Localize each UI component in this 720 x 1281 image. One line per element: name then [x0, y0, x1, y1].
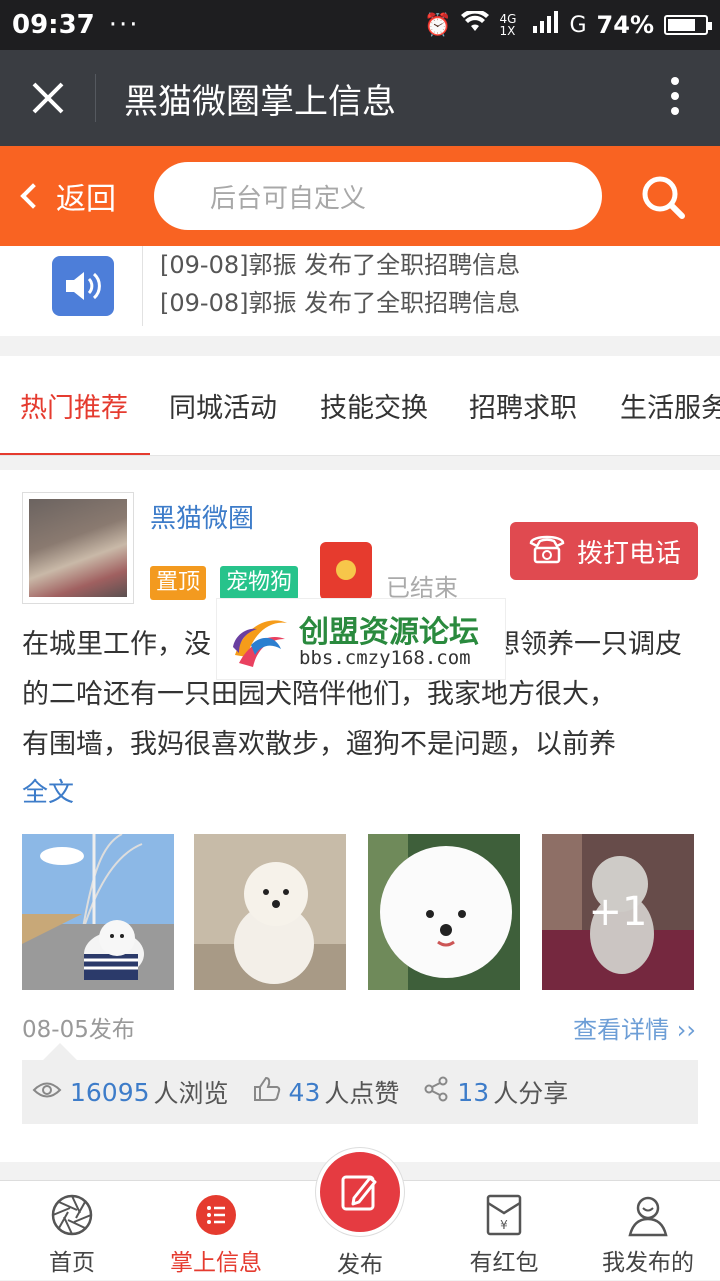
thumbs-up-icon	[253, 1076, 281, 1108]
status-time: 09:37	[12, 10, 95, 40]
call-button[interactable]: 拨打电话	[510, 522, 698, 580]
network-type: 4G 1X	[499, 12, 517, 38]
call-label: 拨打电话	[576, 538, 681, 569]
post-card: 黑猫微圈 置顶 宠物狗 已结束 拨打电话 在城里工作，没 想领养一只调皮 的二哈还…	[0, 470, 720, 1162]
post-stats: 16095 人浏览 43 人点赞 13 人分享	[22, 1060, 698, 1124]
search-icon[interactable]	[640, 174, 686, 220]
back-label: 返回	[56, 182, 116, 217]
coin-icon	[336, 560, 356, 580]
phone-icon	[527, 531, 567, 572]
post-image[interactable]: +1	[542, 834, 694, 990]
battery-percent: 74%	[596, 11, 654, 39]
category-tabs: 热门推荐 同城活动 技能交换 招聘求职 生活服务	[0, 356, 720, 456]
nav-label: 发布	[337, 1252, 383, 1278]
share-icon	[423, 1076, 449, 1108]
close-icon[interactable]	[0, 74, 96, 122]
notification-dots: ···	[108, 10, 140, 40]
likes-label: 人点赞	[324, 1079, 400, 1108]
category-badge: 宠物狗	[220, 566, 299, 600]
notice-item[interactable]: [09-08]郭振 发布了全职招聘信息	[160, 246, 520, 284]
nav-label: 我发布的	[602, 1250, 694, 1276]
list-icon	[194, 1193, 238, 1237]
views-count: 16095	[70, 1077, 150, 1107]
shares-count: 13	[457, 1077, 490, 1107]
likes-count: 43	[288, 1077, 321, 1107]
publish-button[interactable]	[316, 1148, 404, 1236]
chevron-left-icon	[20, 183, 46, 209]
status-right: ⏰ 4G 1X G 74%	[424, 9, 712, 39]
wifi-icon	[461, 9, 490, 39]
likes-stat[interactable]: 43 人点赞	[253, 1074, 400, 1110]
tab-life-services[interactable]: 生活服务	[620, 386, 720, 425]
notice-lines: [09-08]郭振 发布了全职招聘信息 [09-08]郭振 发布了全职招聘信息	[160, 246, 520, 322]
svg-text:¥: ¥	[500, 1218, 508, 1232]
edit-icon	[340, 1172, 380, 1216]
header-bar: 返回 后台可自定义	[0, 146, 720, 246]
nav-label: 首页	[49, 1250, 95, 1276]
post-image[interactable]	[22, 834, 174, 990]
battery-fill	[668, 19, 695, 31]
avatar-image	[29, 499, 127, 597]
signal-icon	[533, 11, 559, 39]
post-date: 08-05发布	[22, 1017, 135, 1043]
more-images-count: +1	[542, 834, 694, 990]
search-placeholder: 后台可自定义	[210, 183, 367, 214]
eye-icon	[32, 1078, 62, 1107]
notice-ticker[interactable]: [09-08]郭振 发布了全职招聘信息 [09-08]郭振 发布了全职招聘信息	[0, 246, 720, 336]
search-input[interactable]: 后台可自定义	[154, 162, 602, 230]
content-line: 在城里工作，没	[22, 629, 211, 660]
user-icon	[626, 1193, 670, 1237]
nav-red-packet[interactable]: ¥ 有红包	[432, 1181, 576, 1281]
watermark: 创盟资源论坛 bbs.cmzy168.com	[216, 598, 506, 680]
nav-label: 有红包	[469, 1250, 539, 1276]
notice-divider	[142, 246, 143, 326]
avatar[interactable]	[22, 492, 134, 604]
active-tab-indicator	[0, 453, 150, 455]
watermark-title: 创盟资源论坛	[299, 615, 479, 650]
shares-label: 人分享	[493, 1079, 569, 1108]
tab-hot[interactable]: 热门推荐	[20, 386, 128, 425]
views-label: 人浏览	[153, 1079, 229, 1108]
views-stat: 16095 人浏览	[32, 1074, 229, 1110]
notice-item[interactable]: [09-08]郭振 发布了全职招聘信息	[160, 284, 520, 322]
carrier: G	[569, 12, 587, 38]
red-envelope-icon: ¥	[482, 1193, 526, 1237]
alarm-icon: ⏰	[424, 12, 452, 38]
view-details-link[interactable]: 查看详情 ››	[573, 1010, 696, 1045]
page-title: 黑猫微圈掌上信息	[124, 81, 396, 122]
fulltext-link[interactable]: 全文	[22, 772, 74, 809]
battery-icon	[664, 15, 712, 35]
back-button[interactable]: 返回	[20, 174, 154, 218]
tab-local-events[interactable]: 同城活动	[169, 386, 277, 425]
nav-my-posts[interactable]: 我发布的	[576, 1181, 720, 1281]
post-author[interactable]: 黑猫微圈	[150, 498, 254, 535]
post-image[interactable]	[368, 834, 520, 990]
aperture-icon	[50, 1193, 94, 1237]
tab-skill-exchange[interactable]: 技能交换	[320, 386, 428, 425]
content-line: 想领养一只调皮	[493, 629, 682, 660]
red-envelope-icon[interactable]	[320, 542, 372, 600]
more-menu-icon[interactable]	[670, 76, 680, 120]
pinned-badge: 置顶	[150, 566, 207, 600]
status-bar: 09:37 ··· ⏰ 4G 1X G 74%	[0, 0, 720, 50]
wechat-title-bar: 黑猫微圈掌上信息	[0, 50, 720, 146]
content-line: 有围墙，我妈很喜欢散步，遛狗不是问题，以前养	[22, 729, 616, 760]
nav-info[interactable]: 掌上信息	[144, 1181, 288, 1281]
shares-stat[interactable]: 13 人分享	[423, 1074, 568, 1110]
tab-jobs[interactable]: 招聘求职	[469, 386, 577, 425]
speaker-icon	[52, 256, 114, 316]
watermark-url: bbs.cmzy168.com	[299, 647, 471, 669]
post-image[interactable]	[194, 834, 346, 990]
nav-home[interactable]: 首页	[0, 1181, 144, 1281]
watermark-logo	[233, 620, 287, 667]
nav-label: 掌上信息	[170, 1250, 262, 1276]
post-images: +1	[22, 834, 702, 990]
